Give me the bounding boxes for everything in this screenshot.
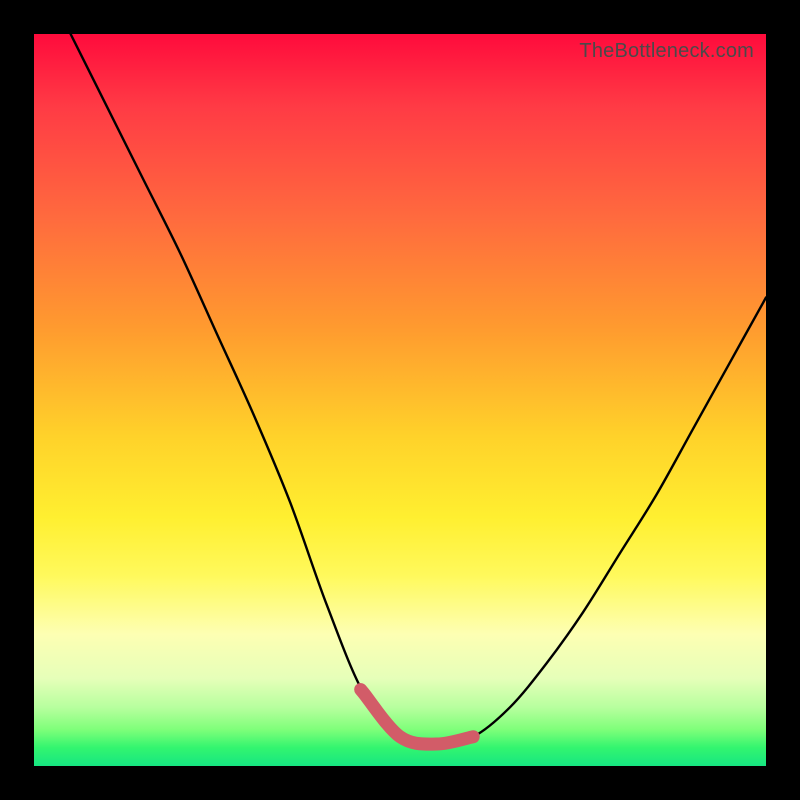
highlight-segment xyxy=(361,690,474,745)
bottleneck-curve xyxy=(71,34,766,744)
plot-area: TheBottleneck.com xyxy=(34,34,766,766)
curve-svg xyxy=(34,34,766,766)
chart-frame: TheBottleneck.com xyxy=(0,0,800,800)
